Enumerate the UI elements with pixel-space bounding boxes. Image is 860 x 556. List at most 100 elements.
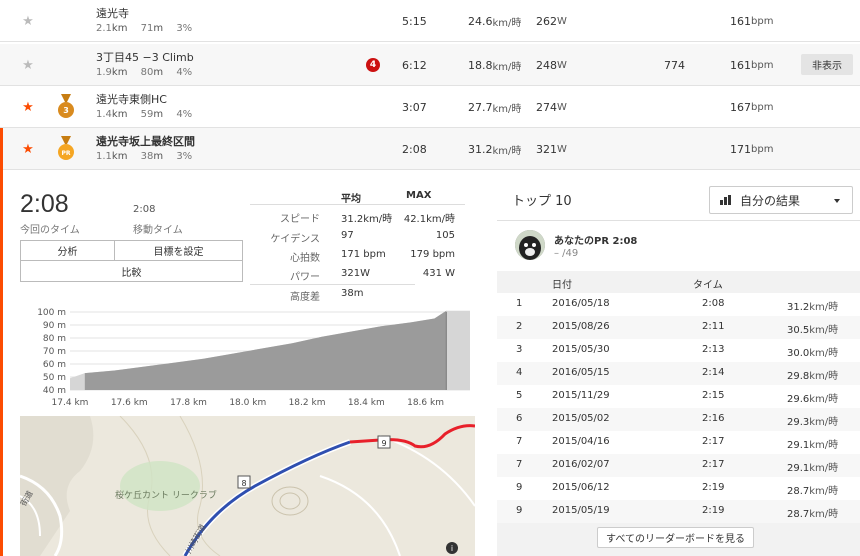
stat-label: スピード (280, 214, 320, 225)
pr-rank: – /49 (554, 248, 579, 259)
segment-name[interactable]: 遠光寺 (96, 7, 202, 21)
segment-distance: 1.1km (96, 151, 128, 162)
x-tick-label: 17.4 km (52, 398, 89, 408)
star-icon[interactable]: ★ (20, 0, 36, 42)
y-tick-label: 40 m (43, 386, 66, 396)
stat-avg: 31.2km/時 (341, 214, 393, 225)
filter-label: 自分の結果 (740, 193, 801, 208)
row-date[interactable]: 2015/08/26 (552, 321, 610, 332)
row-date[interactable]: 2015/11/29 (552, 390, 610, 401)
leaderboard-row[interactable]: 5 2015/11/29 2:15 29.6km/時 (497, 385, 860, 408)
row-date[interactable]: 2015/05/19 (552, 505, 610, 516)
segment-elevation-area (84, 310, 447, 390)
compare-button[interactable]: 比較 (21, 261, 242, 281)
segment-power: 262 W (536, 14, 567, 28)
row-speed: 29.3km/時 (787, 417, 839, 428)
segment-row[interactable]: ★ 3 遠光寺東側HC 1.4km 59m 4% 3:07 27.7 km/時 274… (0, 86, 860, 128)
avatar[interactable] (515, 230, 545, 260)
segment-row[interactable]: ★ 3丁目45 −3 Climb 1.9km 80m 4% 4 6:12 18.8 k… (0, 44, 860, 86)
segment-name[interactable]: 遠光寺坂上最終区間 (96, 135, 202, 149)
stat-label: 心拍数 (290, 253, 320, 264)
segment-speed: 24.6 km/時 (468, 14, 522, 29)
row-date[interactable]: 2015/05/02 (552, 413, 610, 424)
segment-name[interactable]: 3丁目45 −3 Climb (96, 51, 202, 65)
stat-label: 高度差 (290, 292, 320, 303)
row-rank: 1 (516, 298, 523, 309)
row-time: 2:08 (702, 298, 725, 309)
leaderboard-row[interactable]: 9 2015/05/19 2:19 28.7km/時 (497, 500, 860, 523)
stat-label: ケイデンス (270, 234, 320, 245)
y-tick-label: 60 m (43, 360, 66, 370)
segment-heart-rate: 161 bpm (730, 58, 774, 72)
leaderboard-filter-dropdown[interactable]: 自分の結果 (709, 186, 853, 214)
row-time: 2:15 (702, 390, 725, 401)
segment-stats: 1.1km 38m 3% (96, 151, 202, 163)
elevation-chart: 100 m 90 m 80 m 70 m 60 m 50 m 40 m 17.4 km 17.6… (37, 308, 470, 408)
segment-power: 274 W (536, 100, 567, 114)
row-date[interactable]: 2016/02/07 (552, 459, 610, 470)
route-map[interactable]: 8 9 桜ケ丘カント リークラブ 川崎街道 街道 i (20, 416, 475, 556)
analysis-button[interactable]: 分析 (21, 241, 115, 261)
leaderboard-row[interactable]: 7 2015/04/16 2:17 29.1km/時 (497, 431, 860, 454)
segment-name-block: 遠光寺東側HC 1.4km 59m 4% (96, 93, 202, 123)
row-date[interactable]: 2015/06/12 (552, 482, 610, 493)
view-all-leaderboard-button[interactable]: すべてのリーダーボードを見る (597, 527, 754, 548)
row-date[interactable]: 2016/05/15 (552, 367, 610, 378)
row-speed: 28.7km/時 (787, 509, 839, 520)
segment-distance: 1.9km (96, 67, 128, 78)
row-time: 2:16 (702, 413, 725, 424)
stat-avg: 171 bpm (341, 249, 386, 260)
col-date: 日付 (552, 280, 572, 291)
leaderboard-header: 日付 タイム (497, 271, 860, 293)
leaderboard-row[interactable]: 2 2015/08/26 2:11 30.5km/時 (497, 316, 860, 339)
leaderboard-row[interactable]: 9 2015/06/12 2:19 28.7km/時 (497, 477, 860, 500)
leaderboard-row[interactable]: 3 2015/05/30 2:13 30.0km/時 (497, 339, 860, 362)
segment-row[interactable]: ★ PR 遠光寺坂上最終区間 1.1km 38m 3% 2:08 31.2 km/時… (0, 128, 860, 170)
stat-avg: 97 (341, 230, 354, 241)
segment-name[interactable]: 遠光寺東側HC (96, 93, 202, 107)
moving-time-label: 移動タイム (133, 225, 183, 236)
max-header: MAX (406, 190, 432, 201)
segment-distance: 1.4km (96, 109, 128, 120)
current-time-value: 2:08 (20, 190, 69, 218)
segment-row[interactable]: ★ 遠光寺 2.1km 71m 3% 5:15 24.6 km/時 262 W 161 bp… (0, 0, 860, 42)
row-time: 2:17 (702, 459, 725, 470)
row-date[interactable]: 2015/04/16 (552, 436, 610, 447)
set-goal-button[interactable]: 目標を設定 (115, 241, 242, 261)
x-tick-label: 17.8 km (170, 398, 207, 408)
segment-stats: 1.9km 80m 4% (96, 67, 202, 79)
row-time: 2:14 (702, 367, 725, 378)
pr-summary (497, 221, 860, 269)
stat-max: 431 W (422, 268, 455, 279)
star-icon[interactable]: ★ (20, 44, 36, 86)
row-speed: 29.1km/時 (787, 440, 839, 451)
avg-header: 平均 (341, 194, 361, 205)
row-rank: 3 (516, 344, 523, 355)
stat-max: 105 (435, 230, 455, 241)
leaderboard-row[interactable]: 4 2016/05/15 2:14 29.8km/時 (497, 362, 860, 385)
x-tick-label: 18.0 km (229, 398, 266, 408)
map-canvas: 8 9 桜ケ丘カント リークラブ 川崎街道 街道 i (20, 416, 475, 556)
segment-elevation: 71m (140, 23, 164, 34)
achievement-badge: 4 (366, 44, 380, 86)
leaderboard-row[interactable]: 1 2016/05/18 2:08 31.2km/時 (497, 293, 860, 316)
segment-name-block: 遠光寺 2.1km 71m 3% (96, 7, 202, 37)
row-speed: 31.2km/時 (787, 302, 839, 313)
star-icon[interactable]: ★ (20, 128, 36, 170)
row-date[interactable]: 2015/05/30 (552, 344, 610, 355)
bar-chart-icon (720, 195, 734, 205)
hide-button[interactable]: 非表示 (801, 54, 853, 75)
row-rank: 9 (516, 505, 523, 516)
leaderboard-row[interactable]: 7 2016/02/07 2:17 29.1km/時 (497, 454, 860, 477)
map-label-club: 桜ケ丘カント リークラブ (115, 489, 217, 501)
row-time: 2:19 (702, 505, 725, 516)
leaderboard-row[interactable]: 6 2015/05/02 2:16 29.3km/時 (497, 408, 860, 431)
star-icon[interactable]: ★ (20, 86, 36, 128)
pr-medal-icon: PR (56, 128, 76, 170)
info-icon[interactable]: i (446, 542, 458, 554)
y-tick-label: 100 m (37, 308, 66, 318)
segment-heart-rate: 171 bpm (730, 142, 774, 156)
row-rank: 7 (516, 436, 523, 447)
x-tick-label: 18.2 km (289, 398, 326, 408)
row-date[interactable]: 2016/05/18 (552, 298, 610, 309)
